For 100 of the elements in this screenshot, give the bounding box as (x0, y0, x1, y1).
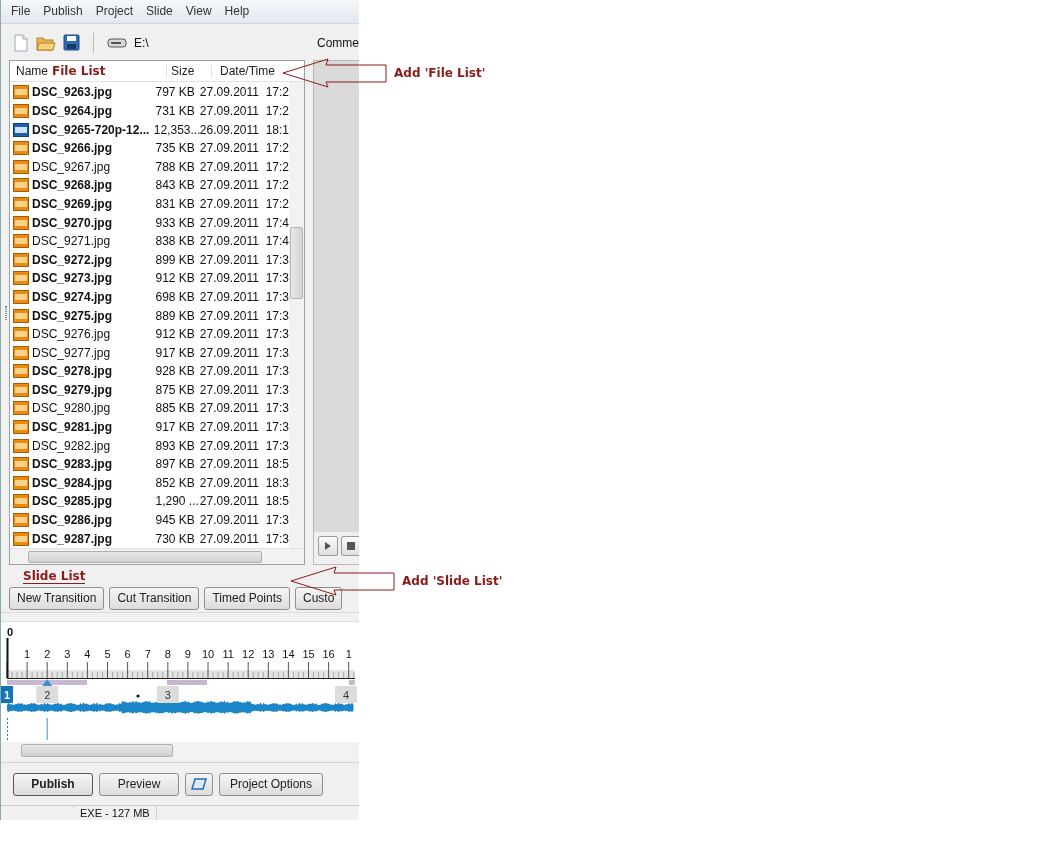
file-row[interactable]: DSC_9265-720p-12... 12,353...26.09.2011 18:1 (10, 120, 289, 139)
file-row[interactable]: DSC_9274.jpg 698 KB 27.09.2011 17:3 (10, 287, 289, 307)
slide-marker[interactable]: 1 (1, 686, 13, 704)
annotation-text: Add 'Slide List' (402, 574, 503, 588)
action-button[interactable]: Preview (99, 772, 179, 796)
save-icon[interactable] (63, 34, 80, 52)
toolbar-button[interactable]: Cut Transition (109, 586, 200, 610)
file-name: DSC_9269.jpg (32, 196, 114, 211)
action-button[interactable]: Publish (13, 772, 93, 796)
slide-marker[interactable]: 2 (36, 686, 59, 704)
image-file-icon (13, 513, 29, 528)
toolbar-button[interactable]: New Transition (9, 586, 105, 610)
ruler-label: 15 (302, 648, 315, 661)
file-row[interactable]: DSC_9284.jpg 852 KB 27.09.2011 18:3 (10, 473, 289, 493)
ruler-label: 11 (222, 648, 234, 661)
file-size: 735 KB (154, 141, 196, 156)
horizontal-scrollbar[interactable] (10, 547, 304, 564)
file-size: 885 KB (154, 401, 196, 416)
column-header[interactable]: Name (16, 64, 48, 79)
toolbar-button[interactable]: Timed Points (204, 586, 290, 610)
menu-item[interactable]: Project (89, 4, 141, 19)
file-name: DSC_9279.jpg (32, 382, 114, 397)
image-file-icon (13, 178, 29, 193)
menu-item[interactable]: Slide (140, 4, 180, 19)
ruler-label: 14 (282, 648, 295, 661)
action-button[interactable]: Project Options (219, 772, 324, 796)
file-row[interactable]: DSC_9269.jpg 831 KB 27.09.2011 17:2 (10, 194, 289, 214)
file-size: 838 KB (154, 234, 196, 249)
image-file-icon (13, 289, 29, 304)
drive-label: E:\ (134, 35, 149, 50)
image-file-icon (13, 327, 29, 342)
annotation-text: Add 'File List' (394, 66, 486, 80)
range-bar (349, 680, 355, 686)
file-row[interactable]: DSC_9271.jpg 838 KB 27.09.2011 17:4 (10, 231, 289, 251)
file-date: 27.09.2011 17:3 (199, 252, 289, 267)
file-row[interactable]: DSC_9282.jpg 893 KB 27.09.2011 17:3 (10, 436, 289, 455)
file-name: DSC_9277.jpg (32, 345, 112, 360)
stop-icon[interactable] (341, 535, 359, 556)
file-date: 27.09.2011 17:2 (199, 196, 289, 211)
file-row[interactable]: DSC_9267.jpg 788 KB 27.09.2011 17:2 (10, 157, 289, 177)
horizontal-scrollbar[interactable] (1, 742, 359, 759)
vertical-scrollbar[interactable] (289, 82, 304, 548)
file-row[interactable]: DSC_9263.jpg 797 KB 27.09.2011 17:2 (10, 83, 289, 102)
file-row[interactable]: DSC_9283.jpg 897 KB 27.09.2011 18:5 (10, 454, 289, 474)
slide-marker[interactable]: 3 (156, 686, 179, 704)
file-row[interactable]: DSC_9280.jpg 885 KB 27.09.2011 17:3 (10, 399, 289, 418)
file-date: 27.09.2011 17:3 (199, 382, 289, 397)
file-row[interactable]: DSC_9266.jpg 735 KB 27.09.2011 17:2 (10, 138, 289, 158)
menu-item[interactable]: Help (218, 4, 257, 19)
ruler-label: 4 (84, 648, 91, 661)
file-date: 27.09.2011 17:4 (199, 234, 289, 249)
menu-item[interactable]: File (5, 4, 38, 19)
file-row[interactable]: DSC_9272.jpg 899 KB 27.09.2011 17:3 (10, 250, 289, 269)
file-name: DSC_9286.jpg (32, 513, 114, 528)
video-file-icon (13, 122, 29, 137)
toolbar-button[interactable]: Custo (295, 586, 343, 610)
file-name: DSC_9283.jpg (32, 457, 114, 472)
file-date: 27.09.2011 17:2 (199, 85, 289, 100)
file-row[interactable]: DSC_9273.jpg 912 KB 27.09.2011 17:3 (10, 269, 289, 288)
file-row[interactable]: DSC_9286.jpg 945 KB 27.09.2011 17:3 (10, 510, 289, 530)
file-row[interactable]: DSC_9276.jpg 912 KB 27.09.2011 17:3 (10, 324, 289, 344)
column-header[interactable]: Size (167, 64, 212, 79)
image-file-icon (13, 252, 29, 267)
menu-item[interactable]: View (179, 4, 219, 19)
file-size: 917 KB (154, 345, 196, 360)
ruler-label: 1 (345, 648, 352, 661)
file-row[interactable]: DSC_9275.jpg 889 KB 27.09.2011 17:3 (10, 306, 289, 325)
image-file-icon (13, 271, 29, 286)
file-row[interactable]: DSC_9281.jpg 917 KB 27.09.2011 17:3 (10, 417, 289, 437)
column-header[interactable]: Date/Time (212, 64, 275, 79)
slide-marker[interactable]: 4 (335, 686, 357, 704)
file-row[interactable]: DSC_9277.jpg 917 KB 27.09.2011 17:3 (10, 343, 289, 362)
menu-item[interactable]: Publish (37, 4, 90, 19)
file-name: DSC_9280.jpg (32, 401, 112, 416)
image-file-icon (13, 401, 29, 416)
ruler-label: 1 (24, 648, 31, 661)
file-row[interactable]: DSC_9285.jpg 1,290 ...27.09.2011 18:5 (10, 492, 289, 511)
file-date: 27.09.2011 17:4 (199, 215, 289, 230)
annotation-label: File List (52, 64, 106, 79)
new-file-icon[interactable] (13, 33, 29, 52)
file-size: 788 KB (154, 159, 196, 174)
file-size: 912 KB (154, 327, 196, 342)
file-row[interactable]: DSC_9264.jpg 731 KB 27.09.2011 17:2 (10, 101, 289, 121)
file-name: DSC_9264.jpg (32, 103, 114, 118)
file-row[interactable]: DSC_9287.jpg 730 KB 27.09.2011 17:3 (10, 529, 289, 548)
file-name: DSC_9285.jpg (32, 494, 114, 509)
image-file-icon (13, 475, 29, 490)
file-row[interactable]: DSC_9270.jpg 933 KB 27.09.2011 17:4 (10, 213, 289, 232)
file-row[interactable]: DSC_9279.jpg 875 KB 27.09.2011 17:3 (10, 380, 289, 400)
play-icon[interactable] (318, 535, 338, 556)
display-button[interactable] (185, 772, 213, 796)
file-row[interactable]: DSC_9268.jpg 843 KB 27.09.2011 17:2 (10, 176, 289, 195)
drive-icon[interactable] (107, 37, 127, 48)
file-date: 27.09.2011 17:2 (199, 141, 289, 156)
file-size: 893 KB (154, 438, 196, 453)
file-date: 27.09.2011 17:3 (199, 308, 289, 323)
file-row[interactable]: DSC_9278.jpg 928 KB 27.09.2011 17:3 (10, 362, 289, 381)
file-name: DSC_9284.jpg (32, 475, 114, 490)
file-date: 27.09.2011 17:3 (199, 420, 289, 435)
image-file-icon (13, 494, 29, 509)
